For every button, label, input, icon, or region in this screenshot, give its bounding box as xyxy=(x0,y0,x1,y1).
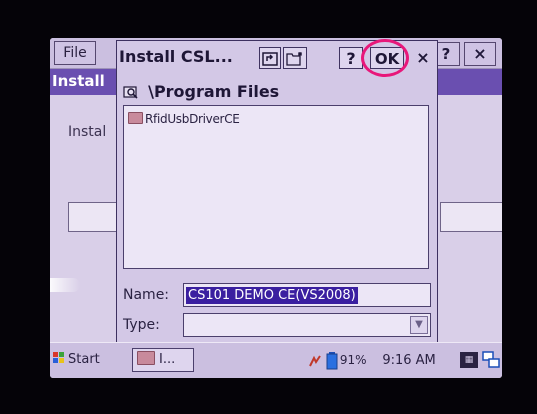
folder-search-icon xyxy=(123,85,138,99)
start-button[interactable]: Start xyxy=(52,348,114,372)
battery-icon[interactable] xyxy=(326,351,338,370)
windows-flag-icon xyxy=(53,352,64,363)
list-item[interactable]: RfidUsbDriverCE xyxy=(128,112,240,126)
background-close-button[interactable]: × xyxy=(464,42,496,66)
current-path-row: \Program Files xyxy=(123,81,279,103)
folder-icon xyxy=(128,112,143,124)
file-type-select[interactable]: ▼ xyxy=(183,313,431,337)
dialog-title: Install CSL... xyxy=(119,47,233,66)
dialog-help-button[interactable]: ? xyxy=(339,47,363,69)
connection-icon[interactable] xyxy=(308,354,322,368)
name-label: Name: xyxy=(123,287,170,303)
taskbar-item-label: I... xyxy=(159,352,176,367)
taskbar: Start I... 91% 9:16 AM ▦ xyxy=(50,342,502,378)
chevron-down-icon[interactable]: ▼ xyxy=(410,316,428,334)
file-name-value: CS101 DEMO CE(VS2008) xyxy=(186,287,358,304)
background-input-left[interactable] xyxy=(68,202,122,232)
folder-icon xyxy=(137,351,155,365)
keyboard-icon[interactable]: ▦ xyxy=(460,352,478,368)
show-desktop-icon[interactable] xyxy=(482,351,500,369)
clock[interactable]: 9:16 AM xyxy=(382,353,435,368)
up-folder-button[interactable] xyxy=(259,47,281,69)
list-item-label: RfidUsbDriverCE xyxy=(145,112,240,126)
taskbar-item-install[interactable]: I... xyxy=(132,348,194,372)
new-folder-button[interactable] xyxy=(283,47,307,69)
battery-percent: 91% xyxy=(339,353,367,367)
screen-glare xyxy=(50,278,80,292)
file-list[interactable]: RfidUsbDriverCE xyxy=(123,105,429,269)
background-install-label: Instal xyxy=(68,124,107,140)
type-label: Type: xyxy=(123,317,160,333)
file-menu[interactable]: File xyxy=(54,41,96,65)
current-path: \Program Files xyxy=(148,82,280,101)
background-window-title: Install xyxy=(52,72,105,90)
up-folder-icon xyxy=(262,52,278,66)
dialog-close-button[interactable]: × xyxy=(411,47,435,69)
start-label: Start xyxy=(68,352,100,367)
new-folder-icon xyxy=(286,52,302,66)
save-file-dialog: Install CSL... ? OK × \Program Files Rfi… xyxy=(116,39,438,344)
device-screen: File ? × Install Instal Install CSL... ?… xyxy=(50,38,502,378)
system-tray: 91% 9:16 AM xyxy=(308,348,436,372)
background-input-right[interactable] xyxy=(440,202,502,232)
file-name-input[interactable]: CS101 DEMO CE(VS2008) xyxy=(183,283,431,307)
ok-button[interactable]: OK xyxy=(370,47,404,69)
